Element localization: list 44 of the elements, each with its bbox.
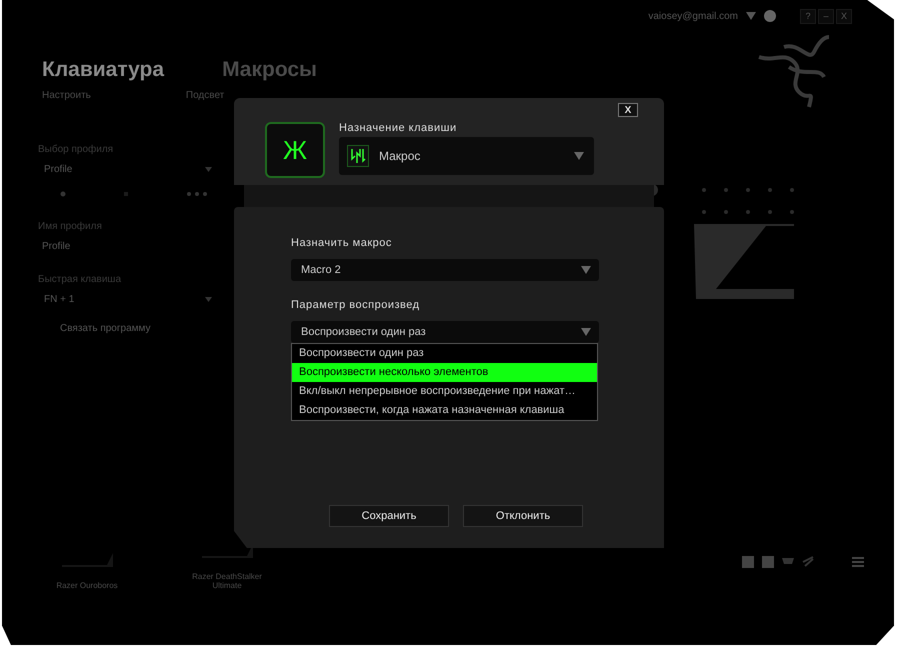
- dialog-button[interactable]: Сохранить: [329, 505, 449, 527]
- minus-icon[interactable]: [123, 191, 129, 197]
- macro-dropdown[interactable]: Macro 2: [291, 259, 599, 281]
- dropdown-option[interactable]: Воспроизвести, когда нажата назначенная клавиша: [292, 401, 597, 420]
- profile-name-field[interactable]: Profile: [38, 241, 218, 252]
- dropdown-option[interactable]: Воспроизвести один раз: [292, 344, 597, 363]
- dropdown-caret-icon[interactable]: [746, 12, 756, 20]
- cart-icon[interactable]: [782, 557, 794, 567]
- window-control-button[interactable]: X: [836, 8, 852, 24]
- close-button[interactable]: X: [618, 103, 638, 117]
- dialog-button[interactable]: Отклонить: [463, 505, 583, 527]
- key-tile: Ж: [265, 122, 325, 178]
- device-name[interactable]: Razer DeathStalker Ultimate: [182, 572, 272, 590]
- dropdown-option[interactable]: Вкл/выкл непрерывное воспроизведение при нажат…: [292, 382, 597, 401]
- field-label: Назначение клавиши: [339, 122, 458, 134]
- profile-dropdown[interactable]: Profile: [38, 164, 218, 175]
- account-email[interactable]: vaiosey@gmail.com: [648, 10, 738, 22]
- field-label: Быстрая клавиша: [38, 274, 122, 285]
- assignment-dropdown[interactable]: Макрос: [339, 137, 594, 175]
- dropdown-option[interactable]: Воспроизвести несколько элементов: [292, 363, 597, 382]
- link-program-link[interactable]: Связать программу: [60, 323, 218, 334]
- window-control-button[interactable]: –: [818, 8, 834, 24]
- field-label: Назначить макрос: [291, 237, 393, 249]
- hotkey-dropdown[interactable]: FN + 1: [38, 294, 218, 305]
- nav-tab[interactable]: Клавиатура: [42, 58, 164, 82]
- sub-tab[interactable]: Настроить: [42, 90, 91, 101]
- dropdown-caret-icon: [205, 297, 212, 302]
- plus-icon[interactable]: [60, 191, 66, 197]
- dropdown-caret-icon: [581, 266, 591, 274]
- macro-icon: [347, 145, 369, 167]
- nav-tab[interactable]: Макросы: [222, 58, 317, 82]
- menu-icon[interactable]: [852, 556, 864, 568]
- field-label: Параметр воспроизвед: [291, 299, 421, 311]
- dropdown-caret-icon: [205, 167, 212, 172]
- globe-icon[interactable]: [764, 10, 776, 22]
- field-label: Имя профиля: [38, 221, 103, 232]
- sub-tab[interactable]: Подсвет: [186, 90, 224, 101]
- playback-dropdown[interactable]: Воспроизвести один раз: [291, 321, 599, 343]
- more-icon[interactable]: [186, 191, 208, 197]
- window-control-button[interactable]: ?: [800, 8, 816, 24]
- dropdown-caret-icon: [574, 152, 584, 160]
- dropdown-caret-icon: [581, 328, 591, 336]
- device-name[interactable]: Razer Ouroboros: [56, 581, 118, 590]
- field-label: Выбор профиля: [38, 144, 114, 155]
